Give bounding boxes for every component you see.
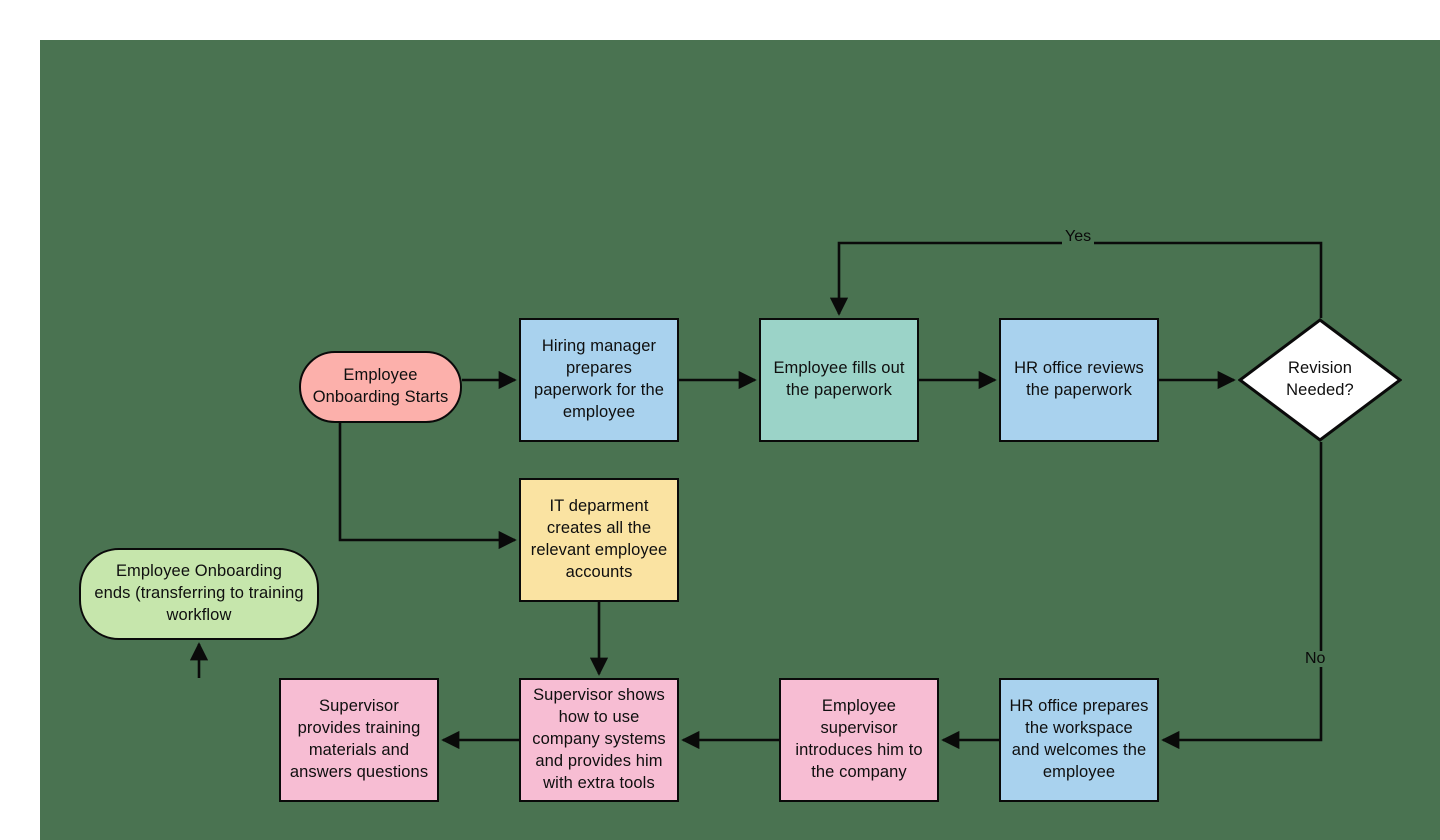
employee-supervisor-introduces-label: Employee supervisor introduces him to th… bbox=[795, 697, 923, 781]
hiring-manager-prepares-paperwork-label: Hiring manager prepares paperwork for th… bbox=[533, 337, 665, 421]
hiring-manager-prepares-paperwork[interactable]: Hiring manager prepares paperwork for th… bbox=[519, 318, 679, 442]
supervisor-shows-company-systems[interactable]: Supervisor shows how to use company syst… bbox=[519, 678, 679, 802]
edge-label-no: No bbox=[1302, 651, 1329, 667]
it-department-creates-accounts-label: IT deparment creates all the relevant em… bbox=[530, 497, 668, 581]
hr-office-prepares-workspace[interactable]: HR office prepares the workspace and wel… bbox=[999, 678, 1159, 802]
end-employee-onboarding-label: Employee Onboarding ends (transferring t… bbox=[94, 562, 304, 624]
revision-needed-decision-label: Revision Needed? bbox=[1286, 359, 1354, 399]
end-employee-onboarding[interactable]: Employee Onboarding ends (transferring t… bbox=[79, 548, 319, 640]
edge-label-yes: Yes bbox=[1062, 229, 1095, 245]
revision-needed-decision[interactable]: Revision Needed? bbox=[1238, 318, 1402, 442]
supervisor-provides-training-materials-label: Supervisor provides training materials a… bbox=[289, 697, 429, 781]
employee-fills-out-paperwork-label: Employee fills out the paperwork bbox=[773, 359, 905, 399]
employee-supervisor-introduces[interactable]: Employee supervisor introduces him to th… bbox=[779, 678, 939, 802]
start-employee-onboarding-label: Employee Onboarding Starts bbox=[312, 366, 449, 406]
flowchart-page: Employee Onboarding Starts Hiring manage… bbox=[0, 0, 1440, 840]
employee-fills-out-paperwork[interactable]: Employee fills out the paperwork bbox=[759, 318, 919, 442]
hr-office-prepares-workspace-label: HR office prepares the workspace and wel… bbox=[1009, 697, 1149, 781]
hr-office-reviews-paperwork[interactable]: HR office reviews the paperwork bbox=[999, 318, 1159, 442]
start-employee-onboarding[interactable]: Employee Onboarding Starts bbox=[299, 351, 462, 423]
flowchart-connectors bbox=[189, 241, 1323, 750]
supervisor-shows-company-systems-label: Supervisor shows how to use company syst… bbox=[532, 686, 666, 792]
hr-office-reviews-paperwork-label: HR office reviews the paperwork bbox=[1014, 359, 1144, 399]
flowchart-canvas: Employee Onboarding Starts Hiring manage… bbox=[40, 40, 1440, 840]
it-department-creates-accounts[interactable]: IT deparment creates all the relevant em… bbox=[519, 478, 679, 602]
edge-revision-yes-to-employee-fills bbox=[829, 241, 1323, 318]
supervisor-provides-training-materials[interactable]: Supervisor provides training materials a… bbox=[279, 678, 439, 802]
edge-start-to-it-accounts bbox=[338, 423, 517, 550]
edge-revision-no-to-hr-workspace bbox=[1161, 442, 1323, 750]
